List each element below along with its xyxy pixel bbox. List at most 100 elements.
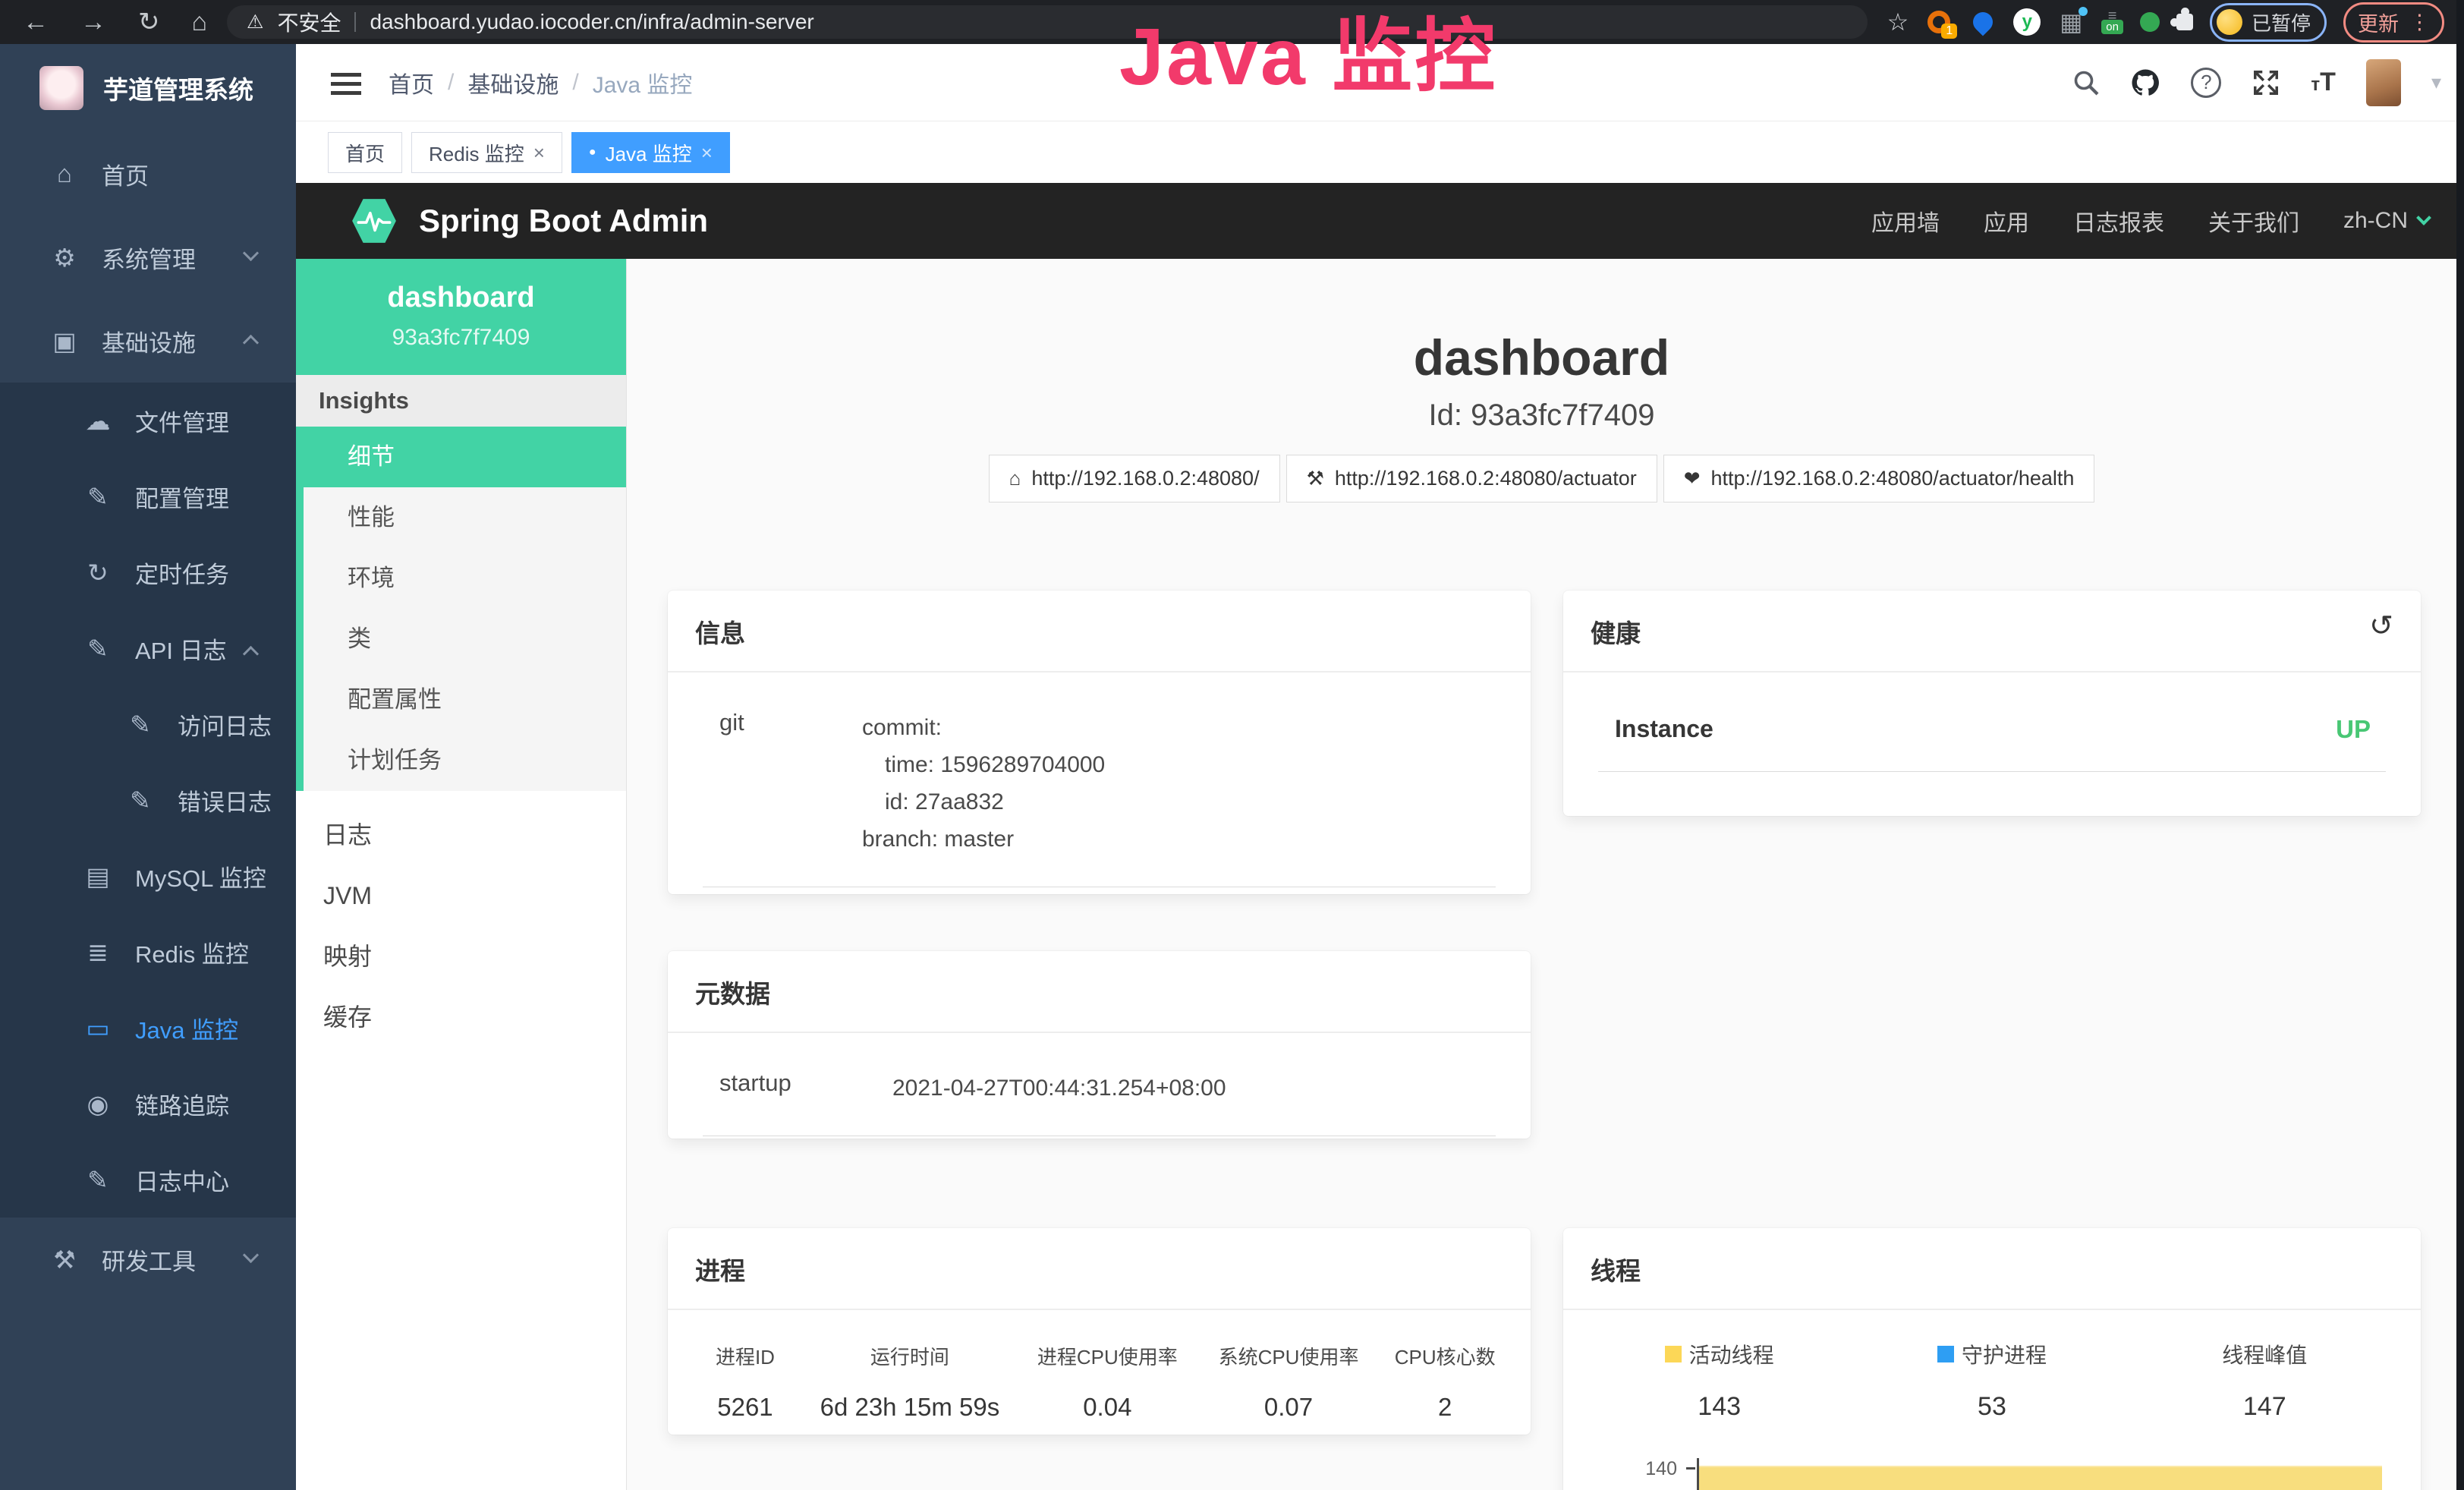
sidebar-item-file-management[interactable]: ☁ 文件管理: [0, 383, 296, 458]
sidebar-item-system[interactable]: ⚙ 系统管理: [0, 216, 296, 299]
health-key: Instance: [1606, 715, 1713, 744]
close-icon[interactable]: ×: [701, 141, 713, 165]
github-icon[interactable]: [2130, 68, 2160, 98]
security-warning-icon[interactable]: ⚠: [247, 11, 263, 33]
sba-language-select[interactable]: zh-CN: [2343, 208, 2429, 234]
actuator-url-link[interactable]: ⚒ http://192.168.0.2:48080/actuator: [1286, 455, 1657, 502]
admin-sidebar: 芋道管理系统 ⌂ 首页 ⚙ 系统管理 ▣ 基础设施 ☁ 文件管理 ✎ 配置管理 …: [0, 44, 296, 1490]
actuator-url: http://192.168.0.2:48080/actuator: [1335, 467, 1637, 490]
tab-redis-monitor[interactable]: Redis 监控 ×: [411, 132, 562, 173]
git-commit-line: commit:: [862, 709, 1105, 746]
sidebar-item-label: 日志中心: [135, 1163, 229, 1197]
sba-instance-sidebar: dashboard 93a3fc7f7409 Insights 细节 性能 环境…: [296, 259, 627, 1490]
url-text[interactable]: dashboard.yudao.iocoder.cn/infra/admin-s…: [370, 10, 813, 34]
extension-pin-icon[interactable]: [1969, 8, 1997, 36]
sidebar-item-mysql-monitor[interactable]: ▤ MySQL 监控: [0, 838, 296, 914]
user-avatar[interactable]: [2366, 59, 2401, 106]
omnibox-divider: [354, 12, 356, 32]
sidebar-item-home[interactable]: ⌂ 首页: [0, 132, 296, 216]
security-label[interactable]: 不安全: [277, 7, 341, 37]
eye-icon: ◉: [80, 1089, 115, 1119]
menu-item-config-props[interactable]: 配置属性: [304, 669, 626, 730]
paused-label: 已暂停: [2252, 8, 2311, 36]
browser-back-icon[interactable]: ←: [23, 8, 49, 37]
blue-dot-icon: [2079, 7, 2088, 16]
infrastructure-submenu: ☁ 文件管理 ✎ 配置管理 ↻ 定时任务 ✎ API 日志 ✎ 访问日志 ✎ 错…: [0, 383, 296, 1218]
tab-java-monitor[interactable]: ● Java 监控 ×: [571, 132, 730, 173]
sba-brand-title[interactable]: Spring Boot Admin: [419, 203, 708, 239]
extension-grid-icon[interactable]: ▦: [2057, 8, 2085, 36]
sba-nav-about[interactable]: 关于我们: [2208, 204, 2299, 238]
sidebar-item-label: Redis 监控: [135, 935, 249, 969]
sidebar-item-scheduled-tasks[interactable]: ↻ 定时任务: [0, 534, 296, 610]
avatar-caret-icon[interactable]: ▾: [2431, 71, 2441, 94]
sidebar-item-access-logs[interactable]: ✎ 访问日志: [0, 686, 296, 762]
process-card: 进程 进程ID 运行时间 进程CPU使用率 系统CPU使用率 CPU核心数 52…: [668, 1228, 1531, 1435]
address-bar[interactable]: ⚠ 不安全 dashboard.yudao.iocoder.cn/infra/a…: [227, 5, 1868, 39]
bookmark-star-icon[interactable]: ☆: [1887, 8, 1909, 36]
sidebar-item-error-logs[interactable]: ✎ 错误日志: [0, 762, 296, 838]
health-url-link[interactable]: ❤ http://192.168.0.2:48080/actuator/heal…: [1663, 455, 2095, 502]
extension-switch-icon[interactable]: ≡ on: [2101, 11, 2123, 34]
browser-forward-icon[interactable]: →: [80, 8, 106, 37]
menu-item-mappings[interactable]: 映射: [296, 926, 626, 987]
home-icon: ⌂: [1009, 467, 1021, 490]
menu-item-metrics[interactable]: 性能: [304, 487, 626, 548]
sidebar-item-infrastructure[interactable]: ▣ 基础设施: [0, 299, 296, 383]
extension-colorzilla-icon[interactable]: 1: [1925, 8, 1953, 36]
breadcrumb-infrastructure[interactable]: 基础设施: [467, 66, 559, 99]
menu-item-details[interactable]: 细节: [296, 427, 626, 487]
sba-nav-wallboard[interactable]: 应用墙: [1871, 204, 1940, 238]
extension-green-icon[interactable]: [2140, 12, 2160, 32]
menu-item-logging[interactable]: 日志: [296, 805, 626, 865]
service-url-link[interactable]: ⌂ http://192.168.0.2:48080/: [989, 455, 1280, 502]
log-icon: ✎: [123, 786, 158, 815]
legend-swatch-daemon: [1937, 1346, 1954, 1362]
breadcrumb-home[interactable]: 首页: [389, 66, 434, 99]
tab-home[interactable]: 首页: [328, 132, 402, 173]
chrome-update-button[interactable]: 更新 ⋮: [2343, 2, 2444, 43]
card-title: 信息: [668, 591, 1531, 673]
browser-home-icon[interactable]: ⌂: [192, 8, 208, 37]
process-id-value: 5261: [688, 1393, 803, 1422]
menu-item-scheduled[interactable]: 计划任务: [304, 730, 626, 791]
menu-item-classes[interactable]: 类: [304, 609, 626, 669]
browser-reload-icon[interactable]: ↻: [138, 7, 160, 37]
font-size-icon[interactable]: тT: [2311, 68, 2336, 97]
health-card: 健康 ↺ Instance UP: [1563, 591, 2421, 816]
hamburger-icon[interactable]: [331, 73, 361, 77]
sba-nav-applications[interactable]: 应用: [1984, 204, 2029, 238]
help-icon[interactable]: ?: [2191, 68, 2221, 98]
sidebar-item-config-management[interactable]: ✎ 配置管理: [0, 458, 296, 534]
sidebar-item-redis-monitor[interactable]: ≣ Redis 监控: [0, 914, 296, 990]
close-icon[interactable]: ×: [533, 141, 545, 165]
sidebar-item-api-logs[interactable]: ✎ API 日志: [0, 610, 296, 686]
daemon-threads-value: 53: [1855, 1392, 2128, 1422]
kebab-menu-icon[interactable]: ⋮: [2409, 11, 2430, 34]
menu-section-insights: Insights: [296, 375, 626, 427]
extension-y-icon[interactable]: y: [2013, 8, 2041, 36]
sba-nav-journal[interactable]: 日志报表: [2073, 204, 2164, 238]
sidebar-item-label: 链路追踪: [135, 1087, 229, 1121]
history-icon[interactable]: ↺: [2369, 609, 2393, 643]
cpu-cores-value: 2: [1379, 1393, 1511, 1422]
search-icon[interactable]: [2072, 69, 2100, 96]
instance-header[interactable]: dashboard 93a3fc7f7409: [296, 259, 626, 375]
menu-item-environment[interactable]: 环境: [304, 548, 626, 609]
instance-id: 93a3fc7f7409: [296, 325, 626, 351]
cloud-upload-icon: ☁: [80, 406, 115, 436]
app-logo-row[interactable]: 芋道管理系统: [0, 44, 296, 132]
fullscreen-icon[interactable]: [2252, 68, 2280, 97]
threads-chart: 140 120 100: [1697, 1458, 2382, 1490]
sidebar-item-tracing[interactable]: ◉ 链路追踪: [0, 1066, 296, 1142]
sidebar-item-log-center[interactable]: ✎ 日志中心: [0, 1142, 296, 1218]
extensions-puzzle-icon[interactable]: [2176, 14, 2193, 30]
sba-header: Spring Boot Admin 应用墙 应用 日志报表 关于我们 zh-CN: [296, 183, 2464, 259]
profile-paused-chip[interactable]: 已暂停: [2210, 3, 2327, 42]
timer-icon: ↻: [80, 558, 115, 587]
sba-main-content: dashboard Id: 93a3fc7f7409 ⌂ http://192.…: [627, 259, 2456, 1490]
sidebar-item-java-monitor[interactable]: ▭ Java 监控: [0, 990, 296, 1066]
sidebar-item-dev-tools[interactable]: ⚒ 研发工具: [0, 1218, 296, 1301]
menu-item-jvm[interactable]: JVM: [296, 865, 626, 926]
menu-item-caches[interactable]: 缓存: [296, 987, 626, 1047]
